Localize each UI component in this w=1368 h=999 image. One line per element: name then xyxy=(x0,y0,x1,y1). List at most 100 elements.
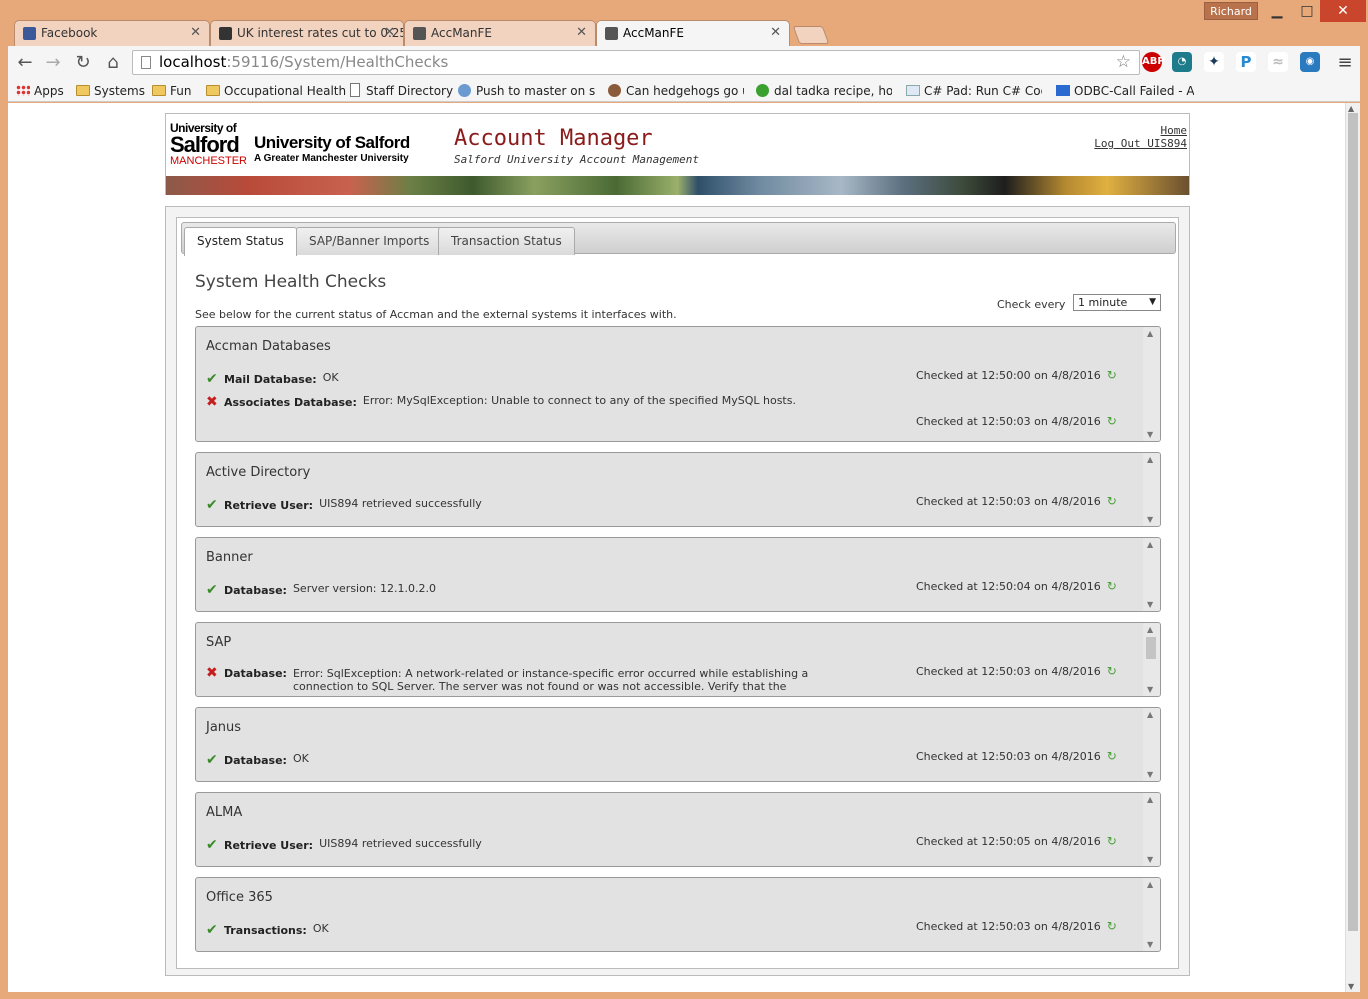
extension-icon[interactable]: ✦ xyxy=(1204,52,1224,72)
close-tab-icon[interactable]: ✕ xyxy=(190,21,201,45)
home-link[interactable]: Home xyxy=(1161,124,1188,137)
card-scrollbar[interactable]: ▲ ▼ xyxy=(1143,623,1160,696)
card-scrollbar[interactable]: ▲ ▼ xyxy=(1143,708,1160,781)
refresh-icon[interactable]: ↻ xyxy=(1107,579,1117,593)
row-message: Error: MySqlException: Unable to connect… xyxy=(362,394,796,407)
card-title: Accman Databases xyxy=(206,339,331,354)
scroll-up-icon[interactable]: ▲ xyxy=(1147,795,1153,804)
new-tab-button[interactable] xyxy=(792,26,830,44)
checked-time: Checked at 12:50:03 on 4/8/2016 ↻ xyxy=(916,749,1117,763)
card-scrollbar[interactable]: ▲ ▼ xyxy=(1143,793,1160,866)
scroll-down-icon[interactable]: ▼ xyxy=(1147,940,1153,949)
bookmark-folder-systems[interactable]: Systems xyxy=(74,82,145,100)
bookmark-push-to-master[interactable]: Push to master on suc xyxy=(456,82,596,100)
refresh-icon[interactable]: ↻ xyxy=(1107,414,1117,428)
extension-icon[interactable]: ◉ xyxy=(1300,52,1320,72)
tab-system-status[interactable]: System Status xyxy=(184,227,297,256)
university-name-text: University of Salford xyxy=(254,133,410,152)
bookmark-folder-occupational-health[interactable]: Occupational Health xyxy=(204,82,346,100)
row-label: Database: xyxy=(224,667,287,680)
reload-icon[interactable]: ↻ xyxy=(72,52,94,74)
card-scrollbar[interactable]: ▲ ▼ xyxy=(1143,538,1160,611)
close-tab-icon[interactable]: ✕ xyxy=(770,21,781,45)
address-bar[interactable]: localhost:59116/System/HealthChecks ☆ xyxy=(132,50,1140,75)
row-label: Transactions: xyxy=(224,924,307,937)
scroll-down-icon[interactable]: ▼ xyxy=(1348,982,1354,991)
bookmark-apps[interactable]: Apps xyxy=(14,82,64,100)
close-tab-icon[interactable]: ✕ xyxy=(384,21,395,45)
refresh-icon[interactable]: ↻ xyxy=(1107,368,1117,382)
checked-text: Checked at 12:50:03 on 4/8/2016 xyxy=(916,750,1101,763)
checked-text: Checked at 12:50:00 on 4/8/2016 xyxy=(916,369,1101,382)
row-label: Database: xyxy=(224,584,287,597)
scroll-down-icon[interactable]: ▼ xyxy=(1147,855,1153,864)
scroll-down-icon[interactable]: ▼ xyxy=(1147,515,1153,524)
scroll-down-icon[interactable]: ▼ xyxy=(1147,600,1153,609)
refresh-icon[interactable]: ↻ xyxy=(1107,664,1117,678)
error-cross-icon: ✖ xyxy=(206,394,218,410)
checked-text: Checked at 12:50:04 on 4/8/2016 xyxy=(916,580,1101,593)
forward-icon[interactable]: → xyxy=(42,52,64,74)
folder-icon xyxy=(206,85,220,96)
bookmark-folder-fun[interactable]: Fun xyxy=(150,82,191,100)
check-interval-select[interactable]: 1 minute ▼ xyxy=(1073,294,1161,311)
scroll-up-icon[interactable]: ▲ xyxy=(1147,880,1153,889)
back-icon[interactable]: ← xyxy=(14,52,36,74)
bookmark-odbc-call-failed[interactable]: ODBC-Call Failed - Ac xyxy=(1054,82,1194,100)
success-check-icon: ✔ xyxy=(206,371,218,387)
scroll-down-icon[interactable]: ▼ xyxy=(1147,430,1153,439)
refresh-icon[interactable]: ↻ xyxy=(1107,749,1117,763)
profile-badge[interactable]: Richard xyxy=(1204,2,1258,20)
checked-time: Checked at 12:50:03 on 4/8/2016 ↻ xyxy=(916,919,1117,933)
card-scrollbar[interactable]: ▲ ▼ xyxy=(1143,327,1160,441)
adblock-icon[interactable]: ABP xyxy=(1142,52,1165,72)
home-icon[interactable]: ⌂ xyxy=(102,52,124,74)
scroll-thumb[interactable] xyxy=(1146,637,1156,659)
browser-tab[interactable]: Facebook ✕ xyxy=(14,20,210,46)
scroll-up-icon[interactable]: ▲ xyxy=(1147,329,1153,338)
bookmark-hedgehogs[interactable]: Can hedgehogs go up xyxy=(606,82,744,100)
scroll-up-icon[interactable]: ▲ xyxy=(1348,104,1354,113)
row-message: UIS894 retrieved successfully xyxy=(319,497,482,510)
page-scroll-thumb[interactable] xyxy=(1348,113,1358,931)
university-name: University of Salford A Greater Manchest… xyxy=(254,133,410,164)
browser-menu-icon[interactable]: ≡ xyxy=(1336,52,1354,73)
logout-link[interactable]: Log Out UIS894 xyxy=(1094,137,1187,150)
page-scrollbar[interactable]: ▲ ▼ xyxy=(1345,103,1360,992)
extension-icon[interactable]: ≈ xyxy=(1268,52,1288,72)
minimize-button[interactable]: ▁ xyxy=(1262,0,1292,22)
scroll-up-icon[interactable]: ▲ xyxy=(1147,540,1153,549)
bookmark-staff-directory[interactable]: Staff Directory xyxy=(346,82,453,100)
browser-tab-active[interactable]: AccManFE ✕ xyxy=(596,20,790,46)
bookmark-star-icon[interactable]: ☆ xyxy=(1116,51,1131,74)
health-row: ✔ Transactions: OK xyxy=(206,922,858,938)
checked-time: Checked at 12:50:00 on 4/8/2016 ↻ xyxy=(916,368,1117,382)
scroll-up-icon[interactable]: ▲ xyxy=(1147,455,1153,464)
tab-transaction-status[interactable]: Transaction Status xyxy=(438,227,575,255)
card-scrollbar[interactable]: ▲ ▼ xyxy=(1143,453,1160,526)
extension-icon[interactable]: ◔ xyxy=(1172,52,1192,72)
checked-text: Checked at 12:50:03 on 4/8/2016 xyxy=(916,415,1101,428)
scroll-up-icon[interactable]: ▲ xyxy=(1147,625,1153,634)
close-tab-icon[interactable]: ✕ xyxy=(576,21,587,45)
tab-sap-banner-imports[interactable]: SAP/Banner Imports xyxy=(296,227,443,255)
card-scrollbar[interactable]: ▲ ▼ xyxy=(1143,878,1160,951)
refresh-icon[interactable]: ↻ xyxy=(1107,494,1117,508)
browser-tab[interactable]: AccManFE ✕ xyxy=(404,20,596,46)
extension-icon[interactable]: P xyxy=(1236,52,1256,72)
close-window-button[interactable]: ✕ xyxy=(1320,0,1366,22)
scroll-down-icon[interactable]: ▼ xyxy=(1147,685,1153,694)
bookmark-dal-tadka[interactable]: dal tadka recipe, how xyxy=(754,82,892,100)
browser-tab[interactable]: UK interest rates cut to 0.25% ✕ xyxy=(210,20,404,46)
scroll-up-icon[interactable]: ▲ xyxy=(1147,710,1153,719)
logo-line: MANCHESTER xyxy=(170,155,248,167)
scroll-down-icon[interactable]: ▼ xyxy=(1147,770,1153,779)
veg-icon xyxy=(756,84,769,97)
refresh-icon[interactable]: ↻ xyxy=(1107,919,1117,933)
facebook-icon xyxy=(23,27,36,40)
refresh-icon[interactable]: ↻ xyxy=(1107,834,1117,848)
maximize-button[interactable]: □ xyxy=(1292,0,1322,22)
bookmark-csharp-pad[interactable]: C# Pad: Run C# Code xyxy=(904,82,1042,100)
university-logo[interactable]: University of Salford MANCHESTER xyxy=(170,122,248,167)
page-description: See below for the current status of Accm… xyxy=(195,308,677,321)
